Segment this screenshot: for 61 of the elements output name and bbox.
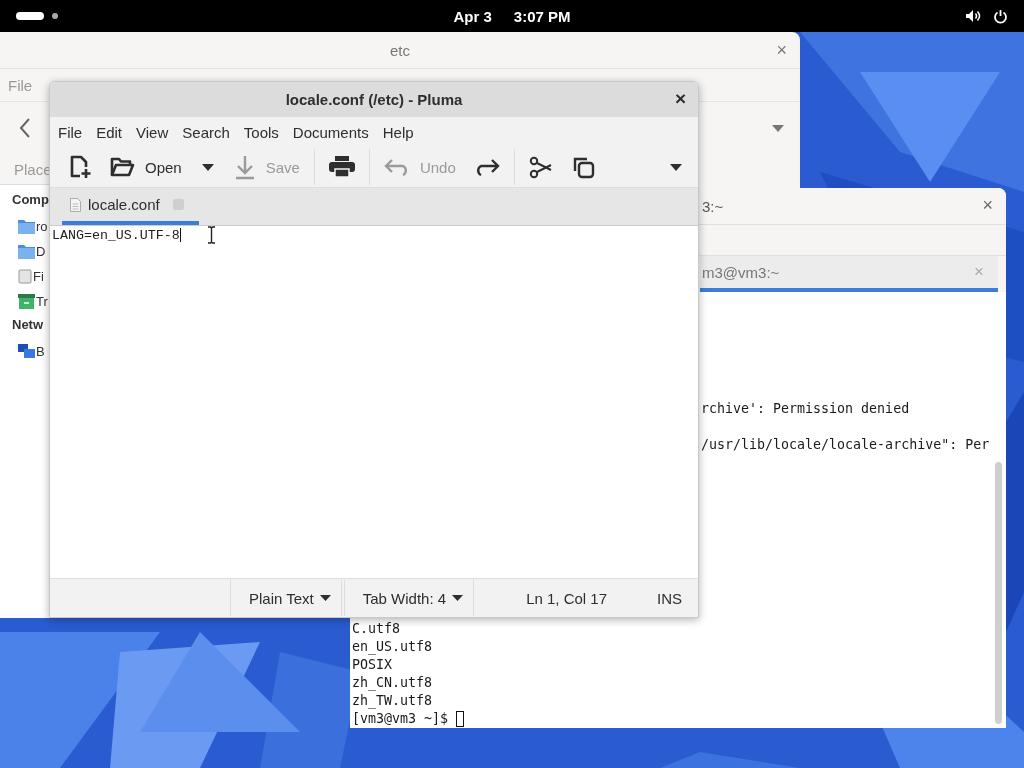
scissors-icon bbox=[528, 155, 553, 179]
menu-item[interactable]: View bbox=[136, 123, 169, 141]
window-title: 3:~ bbox=[702, 197, 724, 215]
menu-item[interactable]: File bbox=[58, 123, 83, 141]
insert-mode: INS bbox=[657, 589, 682, 607]
folder-icon bbox=[18, 219, 35, 234]
workspace-indicator[interactable] bbox=[16, 12, 44, 20]
power-icon[interactable] bbox=[993, 8, 1008, 24]
text-cursor bbox=[179, 228, 181, 242]
menu-item[interactable]: Search bbox=[182, 123, 230, 141]
time-label[interactable]: 3:07 PM bbox=[513, 7, 571, 25]
printer-icon bbox=[328, 156, 355, 178]
menu-item[interactable]: Tools bbox=[243, 123, 279, 141]
sidebar-item[interactable]: D bbox=[36, 244, 46, 259]
sidebar-heading: Comp bbox=[11, 191, 49, 209]
undo-icon bbox=[383, 158, 410, 176]
menu-item[interactable]: Help bbox=[382, 123, 414, 141]
open-button[interactable]: Open bbox=[104, 150, 188, 184]
language-dropdown[interactable]: Plain Text bbox=[230, 580, 342, 616]
terminal-line: zh_TW.utf8 bbox=[352, 692, 434, 710]
sidebar-item[interactable]: B bbox=[36, 344, 45, 359]
network-icon bbox=[18, 344, 35, 359]
date-label[interactable]: Apr 3 bbox=[453, 7, 492, 25]
folder-icon bbox=[110, 156, 135, 178]
folder-icon bbox=[18, 244, 35, 259]
text-select-pointer-icon bbox=[207, 226, 216, 244]
volume-icon[interactable] bbox=[965, 9, 981, 23]
window-title: etc bbox=[390, 41, 410, 59]
sidebar-item[interactable]: Tr bbox=[36, 294, 48, 309]
sidebar-item[interactable]: Fi bbox=[33, 269, 44, 284]
caret-icon bbox=[201, 163, 214, 171]
menu-item[interactable]: Documents bbox=[292, 123, 369, 141]
terminal-prompt: [vm3@vm3 ~]$ bbox=[352, 710, 449, 728]
new-document-icon bbox=[68, 154, 92, 180]
terminal-line: rchive': Permission denied bbox=[701, 400, 911, 418]
trash-icon bbox=[18, 294, 35, 309]
terminal-line: zh_CN.utf8 bbox=[352, 674, 434, 692]
sidebar-item[interactable]: ro bbox=[36, 219, 48, 234]
drive-icon bbox=[18, 269, 32, 284]
sidebar-heading: Netw bbox=[11, 316, 44, 334]
close-button[interactable]: × bbox=[982, 195, 993, 216]
caret-icon bbox=[319, 595, 331, 601]
terminal-line: en_US.utf8 bbox=[352, 638, 434, 656]
tab-width-dropdown[interactable]: Tab Width: 4 bbox=[343, 580, 475, 616]
terminal-cursor bbox=[456, 711, 465, 727]
terminal-line: C.utf8 bbox=[352, 620, 402, 638]
terminal-line: POSIX bbox=[352, 656, 394, 674]
caret-icon bbox=[670, 163, 682, 171]
code-line: LANG=en_US.UTF-8 bbox=[52, 227, 180, 243]
menu-item[interactable]: Edit bbox=[96, 123, 123, 141]
caret-icon bbox=[452, 595, 464, 601]
close-button[interactable]: × bbox=[674, 88, 686, 110]
document-icon bbox=[70, 197, 81, 212]
cursor-position: Ln 1, Col 17 bbox=[526, 589, 608, 607]
close-button[interactable]: × bbox=[776, 40, 787, 61]
workspace-dot[interactable] bbox=[52, 13, 58, 19]
terminal-line: /usr/lib/locale/locale-archive": Per bbox=[701, 436, 990, 454]
download-icon bbox=[233, 154, 256, 180]
caret-icon[interactable] bbox=[772, 124, 784, 132]
terminal-tab[interactable]: m3@vm3:~ × bbox=[700, 256, 998, 292]
window-title: locale.conf (/etc) - Pluma bbox=[285, 91, 463, 108]
